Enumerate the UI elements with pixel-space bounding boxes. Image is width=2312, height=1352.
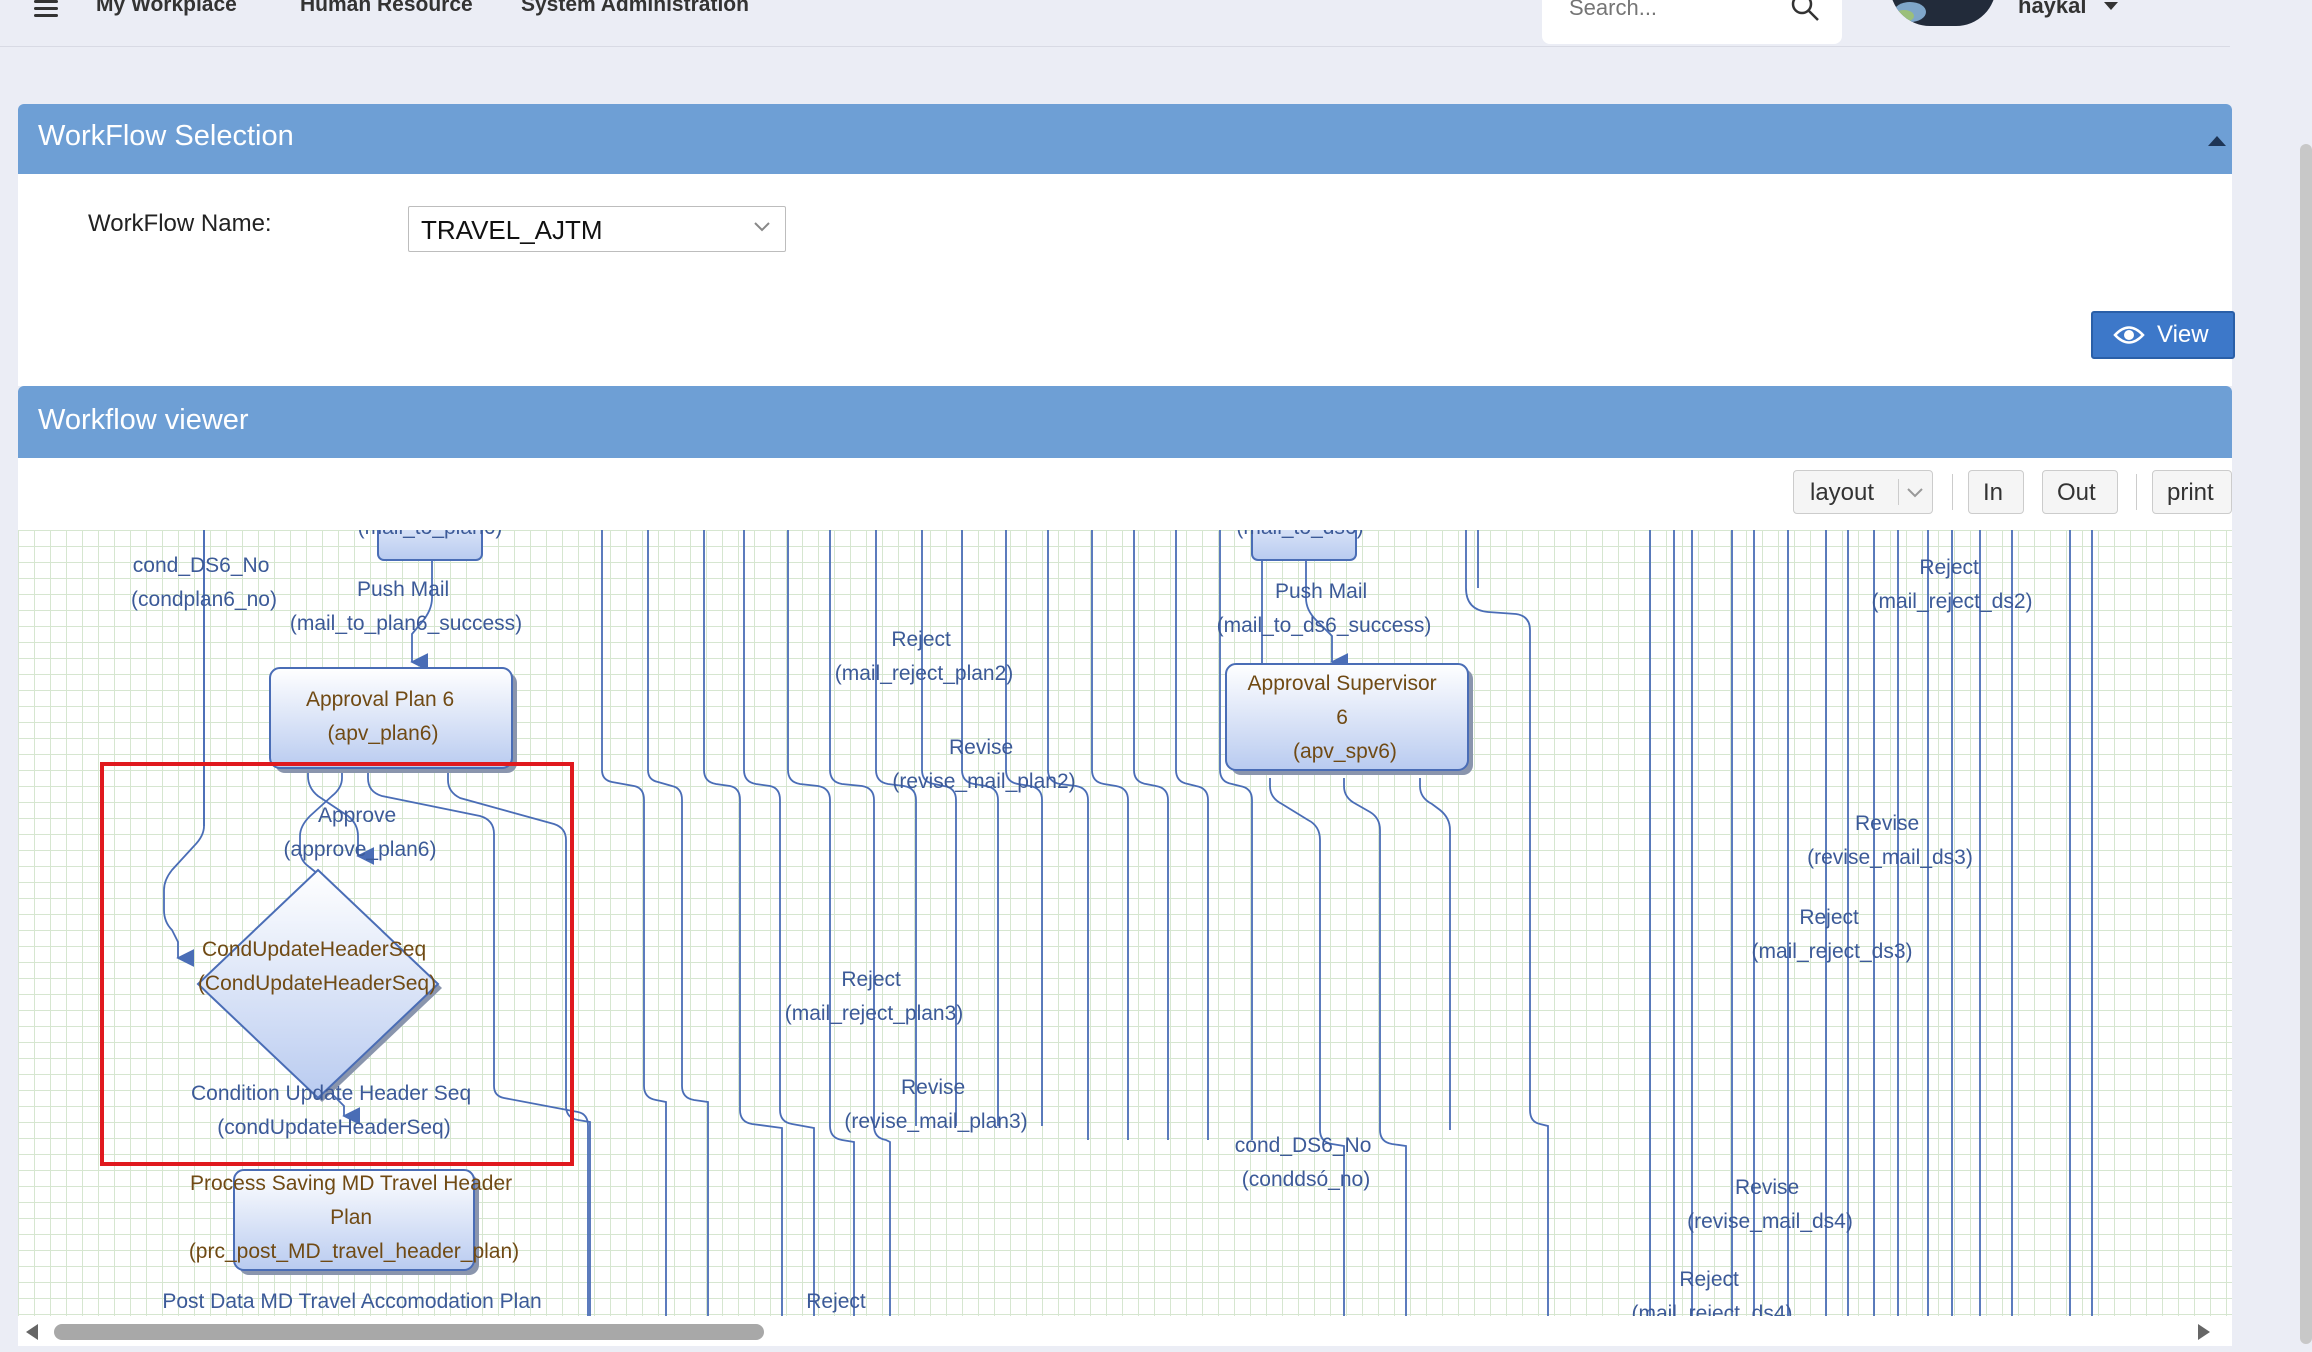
- zoom-out-button[interactable]: Out: [2042, 470, 2118, 514]
- workflow-viewer-title: Workflow viewer: [38, 404, 249, 436]
- top-navbar: My Workplace Human Resource System Admin…: [0, 0, 2230, 47]
- scroll-right-icon[interactable]: [2198, 1324, 2210, 1340]
- edge-label-revise-ds3: Revise (revise_mail_ds3): [1807, 812, 1973, 869]
- workflow-viewer-header: Workflow viewer: [18, 386, 2232, 458]
- view-button-label: View: [2157, 321, 2209, 348]
- scroll-left-icon[interactable]: [26, 1324, 38, 1340]
- workflow-name-label: WorkFlow Name:: [88, 210, 272, 237]
- layout-label: layout: [1810, 479, 1875, 506]
- scrollbar-thumb[interactable]: [54, 1324, 764, 1340]
- toolbar-divider: [1952, 474, 1953, 510]
- collapse-icon[interactable]: [2208, 136, 2226, 146]
- hamburger-menu-icon[interactable]: [34, 0, 58, 17]
- node-approval-plan6[interactable]: [269, 667, 517, 773]
- edge-label-cut-top-left: (mail_to_plan6): [358, 530, 503, 539]
- zoom-in-label: In: [1983, 479, 2004, 506]
- eye-icon: [2113, 326, 2145, 344]
- print-label: print: [2167, 479, 2214, 506]
- avatar[interactable]: [1890, 0, 1996, 26]
- user-menu-name[interactable]: haykal: [2018, 0, 2087, 19]
- edge-label-cond-ds6-no: cond_DS6_No (conddsó_no): [1235, 1134, 1377, 1191]
- chevron-down-icon[interactable]: [2104, 2, 2118, 10]
- search-box: [1542, 0, 1842, 44]
- nav-my-workplace[interactable]: My Workplace: [96, 0, 237, 17]
- search-icon[interactable]: [1790, 0, 1820, 22]
- chevron-down-icon: [1907, 488, 1923, 498]
- workflow-selection-header: WorkFlow Selection: [18, 104, 2232, 174]
- edge-label-push-mail-ds6: Push Mail (mail_to_ds6_success): [1217, 580, 1432, 637]
- edge-label-push-mail-plan6: Push Mail (mail_to_plan6_success): [290, 578, 522, 635]
- edge-label-post-data-md: Post Data MD Travel Accomodation Plan: [162, 1290, 541, 1313]
- viewer-toolbar: layout In Out print: [18, 458, 2232, 530]
- highlight-box: [100, 762, 574, 1166]
- vertical-scrollbar[interactable]: [2300, 144, 2312, 1344]
- horizontal-scrollbar[interactable]: [18, 1316, 2232, 1346]
- chevron-down-icon: [754, 222, 770, 232]
- nav-system-administration[interactable]: System Administration: [521, 0, 749, 17]
- edge-label-revise-ds4: Revise (revise_mail_ds4): [1687, 1176, 1853, 1233]
- print-button[interactable]: print: [2152, 470, 2232, 514]
- edge-label-revise-plan3: Revise (revise_mail_plan3): [844, 1076, 1027, 1133]
- layout-divider: [1898, 479, 1899, 505]
- edge-label-reject-ds3: Reject (mail_reject_ds3): [1751, 906, 1912, 963]
- workflow-selection-title: WorkFlow Selection: [38, 120, 294, 152]
- edge-label-reject-bottom: Reject: [806, 1290, 866, 1313]
- zoom-out-label: Out: [2057, 479, 2096, 506]
- zoom-in-button[interactable]: In: [1968, 470, 2024, 514]
- view-button[interactable]: View: [2091, 311, 2235, 359]
- search-input[interactable]: [1567, 0, 1801, 22]
- layout-select[interactable]: layout: [1793, 470, 1933, 514]
- toolbar-divider: [2136, 474, 2137, 510]
- nav-human-resource[interactable]: Human Resource: [300, 0, 473, 17]
- edge-label-reject-plan2: Reject (mail_reject_plan2): [835, 628, 1014, 685]
- edge-label-reject-ds4: Reject (mail_reject_ds4): [1631, 1268, 1792, 1316]
- edge-lines-right: [1649, 530, 2093, 1316]
- workflow-name-value: TRAVEL_AJTM: [421, 215, 603, 245]
- edge-label-cut-top-mid: (mail_to_ds6): [1236, 530, 1363, 539]
- workflow-selection-body: WorkFlow Name: TRAVEL_AJTM View: [18, 174, 2235, 386]
- workflow-name-select[interactable]: TRAVEL_AJTM: [408, 206, 786, 252]
